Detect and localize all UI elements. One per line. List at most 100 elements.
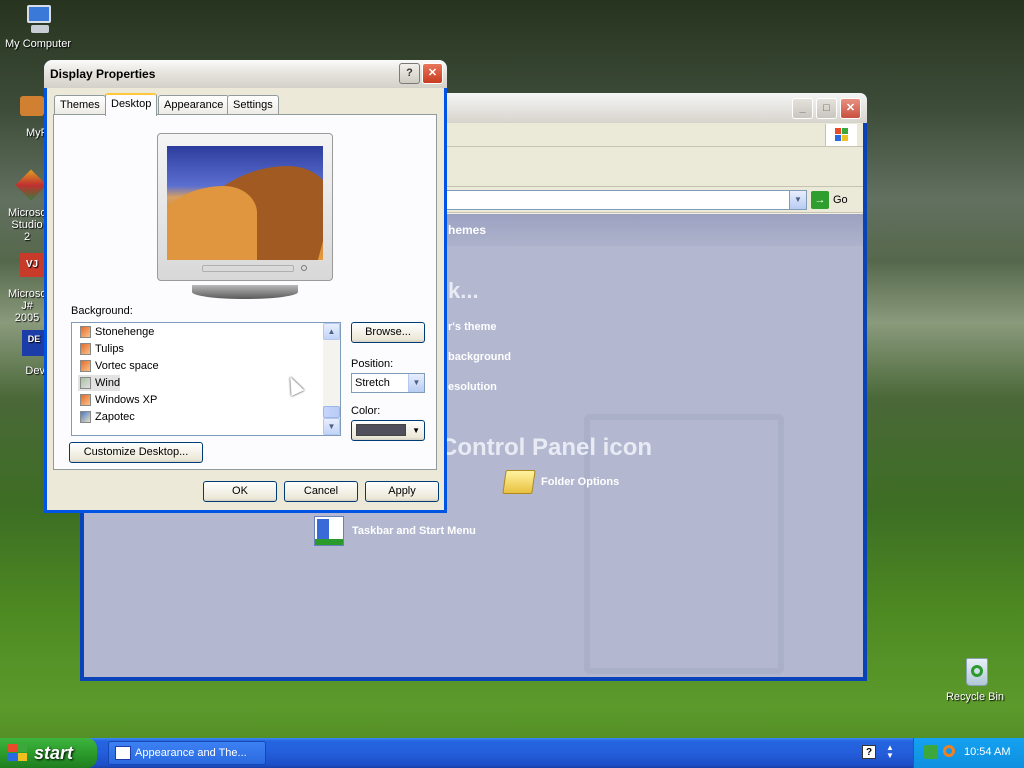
tab-desktop[interactable]: Desktop — [105, 93, 158, 116]
scroll-down-button[interactable]: ▼ — [323, 418, 340, 435]
list-item-label: Wind — [95, 377, 121, 389]
pick-icon-heading: Control Panel icon — [440, 434, 653, 461]
tab-label: Desktop — [111, 98, 152, 110]
folder-options-link[interactable]: Folder Options — [502, 470, 704, 500]
tab-themes[interactable]: Themes — [54, 95, 106, 114]
list-item-zapotec[interactable]: Zapotec — [78, 409, 135, 425]
desktop-icon-my-computer[interactable]: My Computer — [0, 3, 76, 50]
system-tray: 10:54 AM — [913, 738, 1024, 768]
background-label: Background: — [71, 305, 133, 317]
tab-label: Appearance — [164, 99, 224, 111]
tab-settings[interactable]: Settings — [227, 95, 279, 114]
tab-label: Settings — [233, 99, 273, 111]
desktop-icon-label: Recycle Bin — [945, 691, 1005, 703]
go-button[interactable]: → Go — [811, 190, 857, 210]
cancel-button[interactable]: Cancel — [284, 481, 358, 502]
desktop-tab-page: Background: Stonehenge Tulips Vortec spa… — [53, 114, 437, 470]
background-listbox[interactable]: Stonehenge Tulips Vortec space Wind Wind… — [71, 322, 341, 436]
chevron-down-icon: ▼ — [412, 378, 421, 387]
taskbar-button-label: Appearance and The... — [135, 747, 247, 759]
monitor-control-strip — [202, 265, 294, 272]
monitor-preview — [157, 133, 333, 299]
tab-appearance[interactable]: Appearance — [158, 95, 230, 114]
desktop-icon-label: Microsoft Studio 2 — [8, 207, 53, 243]
pick-task-heading: k... — [448, 278, 479, 303]
taskbar-start-menu-icon — [314, 516, 344, 546]
browse-button[interactable]: Browse... — [351, 322, 425, 343]
display-properties-dialog[interactable]: Display Properties ? ✕ Themes Desktop Ap… — [44, 60, 447, 513]
list-item-label: Zapotec — [95, 411, 135, 423]
monitor-frame — [157, 133, 333, 281]
dune-shape — [167, 186, 257, 260]
minimize-icon: _ — [799, 102, 806, 114]
task-link-resolution[interactable]: esolution — [448, 381, 497, 393]
folder-options-icon — [502, 470, 536, 494]
list-scrollbar[interactable]: ▲ ▼ — [323, 323, 340, 435]
folder-options-label: Folder Options — [541, 476, 620, 488]
minimize-button[interactable]: _ — [792, 98, 813, 119]
category-header-title: hemes — [448, 223, 487, 237]
apply-button[interactable]: Apply — [365, 481, 439, 502]
wallpaper-preview — [167, 146, 323, 260]
taskbar-start-menu-link[interactable]: Taskbar and Start Menu — [314, 516, 534, 548]
list-item-label: Tulips — [95, 343, 124, 355]
go-arrow-icon: → — [811, 191, 829, 210]
list-item-stonehenge[interactable]: Stonehenge — [78, 324, 154, 340]
help-tray-icon[interactable]: ? — [862, 745, 876, 759]
desktop-icon-recycle-bin[interactable]: Recycle Bin — [937, 656, 1013, 703]
windows-logo-icon — [825, 124, 857, 146]
maximize-button[interactable]: □ — [816, 98, 837, 119]
color-swatch — [356, 424, 406, 436]
image-file-icon — [80, 377, 91, 389]
dialog-body: Themes Desktop Appearance Settings Backg… — [47, 88, 444, 510]
help-button[interactable]: ? — [399, 63, 420, 84]
list-item-windows-xp[interactable]: Windows XP — [78, 392, 157, 408]
position-value: Stretch — [355, 377, 390, 389]
image-file-icon — [80, 360, 91, 372]
list-item-vortec-space[interactable]: Vortec space — [78, 358, 159, 374]
position-select[interactable]: Stretch ▼ — [351, 373, 425, 393]
clock[interactable]: 10:54 AM — [964, 746, 1010, 758]
ok-button[interactable]: OK — [203, 481, 277, 502]
position-dropdown-button[interactable]: ▼ — [408, 374, 424, 392]
desktop-icon-label: Microsoft J# 2005 — [8, 288, 53, 324]
list-item-label: Stonehenge — [95, 326, 155, 338]
chevron-down-icon: ▼ — [794, 195, 802, 204]
dialog-close-button[interactable]: ✕ — [422, 63, 443, 84]
control-panel-icon — [115, 746, 131, 760]
position-label: Position: — [351, 358, 394, 370]
task-link-background[interactable]: background — [448, 351, 511, 363]
image-file-icon — [80, 411, 91, 423]
monitor-power-light — [301, 265, 307, 271]
close-button[interactable]: ✕ — [840, 98, 861, 119]
go-label: Go — [833, 194, 848, 206]
help-icon: ? — [406, 67, 413, 79]
network-tray-icon[interactable] — [924, 745, 938, 759]
close-icon: ✕ — [427, 67, 438, 79]
address-dropdown-button[interactable]: ▼ — [789, 191, 806, 209]
computer-icon — [21, 3, 55, 35]
chevron-up-icon: ▲ — [327, 327, 336, 336]
scroll-thumb[interactable] — [323, 406, 340, 418]
customize-desktop-button[interactable]: Customize Desktop... — [69, 442, 203, 463]
taskbar-start-menu-label: Taskbar and Start Menu — [352, 525, 476, 537]
search-tray-icon[interactable] — [943, 745, 955, 757]
list-item-label: Windows XP — [95, 394, 158, 406]
dialog-titlebar[interactable]: Display Properties ? ✕ — [44, 60, 447, 88]
chevron-down-icon: ▼ — [412, 426, 420, 435]
tray-expand-icon[interactable]: ▲ ▼ — [886, 744, 894, 760]
start-label: start — [34, 743, 74, 763]
list-item-wind[interactable]: Wind — [78, 375, 121, 391]
scroll-up-button[interactable]: ▲ — [323, 323, 340, 340]
dialog-title: Display Properties — [50, 67, 156, 81]
tab-label: Themes — [60, 99, 100, 111]
image-file-icon — [80, 343, 91, 355]
maximize-icon: □ — [823, 102, 830, 114]
start-button[interactable]: start — [0, 738, 97, 768]
color-picker-button[interactable]: ▼ — [351, 420, 425, 441]
close-icon: ✕ — [845, 102, 856, 114]
chevron-down-icon: ▼ — [327, 422, 336, 431]
taskbar-button-appearance[interactable]: Appearance and The... — [108, 741, 266, 765]
list-item-tulips[interactable]: Tulips — [78, 341, 124, 357]
task-link-theme[interactable]: r's theme — [448, 321, 496, 333]
